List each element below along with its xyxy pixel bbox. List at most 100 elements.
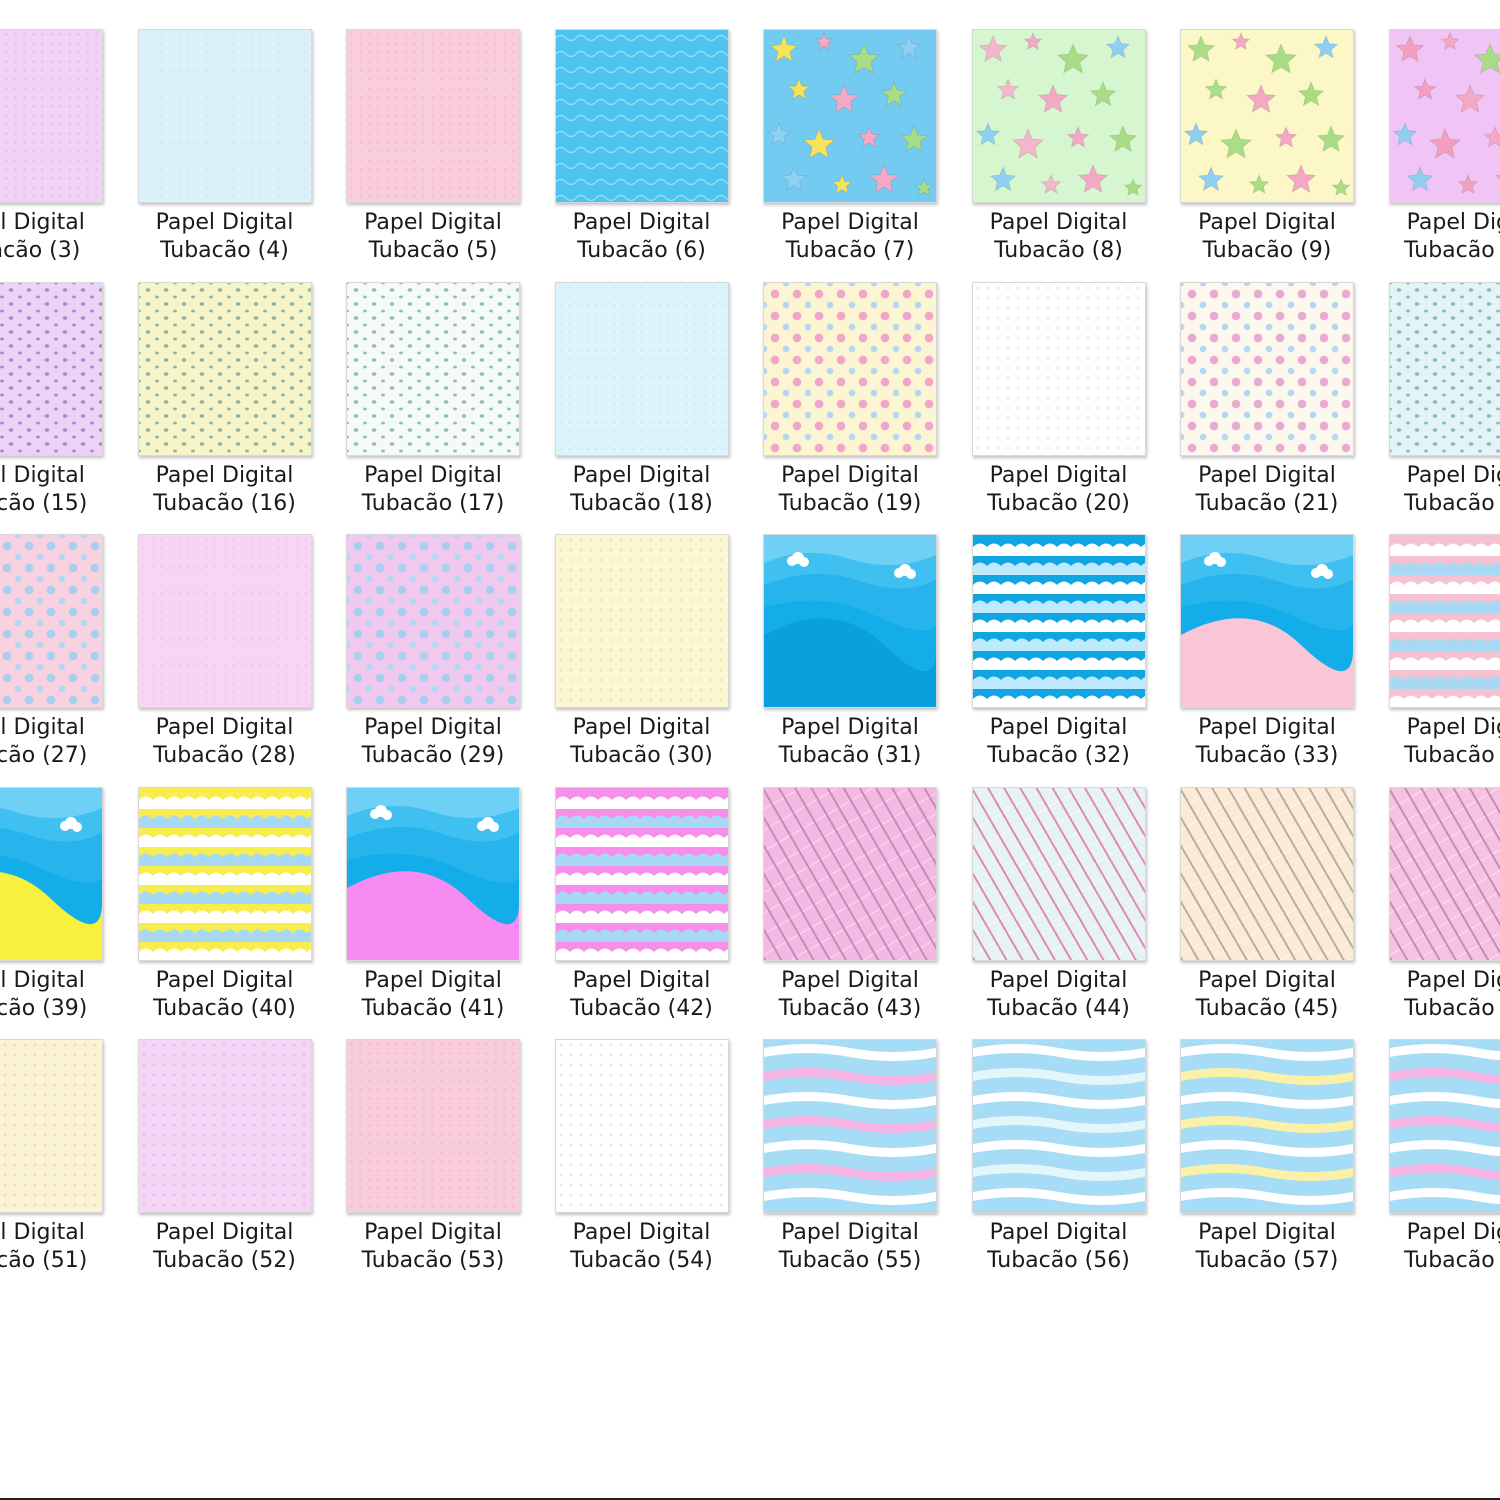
file-item[interactable]: Papel Digital Tubacão (33) xyxy=(1180,534,1354,774)
file-item[interactable]: Papel Digital Tubacão (3) xyxy=(0,29,103,269)
file-item[interactable]: Papel Digital Tubacão (57) xyxy=(1180,1039,1354,1279)
file-item[interactable]: Papel Digital Tubacão (18) xyxy=(554,281,729,522)
file-name[interactable]: Papel DigitalTubacão (39) xyxy=(0,967,103,1023)
file-name[interactable]: Papel Digital Tubacão (42) xyxy=(555,967,729,1023)
file-item[interactable]: Papel Digital Tubacão (45) xyxy=(1180,786,1354,1027)
file-thumbnail[interactable] xyxy=(1180,29,1354,203)
file-thumbnail[interactable] xyxy=(346,29,520,203)
file-name[interactable]: Papel Digital Tubacão (44) xyxy=(972,967,1146,1023)
file-item[interactable]: Papel Digital Tubacão (41) xyxy=(346,786,520,1027)
file-name[interactable]: Papel Digital Tubacão (57) xyxy=(1180,1219,1354,1275)
file-name[interactable]: Papel Digital Tubacão (27) xyxy=(0,714,103,770)
file-thumbnail[interactable] xyxy=(346,281,520,456)
file-name[interactable]: Papel Digital Tubacão (9) xyxy=(1180,209,1354,265)
file-name[interactable]: Papel Digital Tubacão (8) xyxy=(972,209,1146,265)
file-thumbnail[interactable] xyxy=(137,786,312,961)
file-name[interactable]: Papel Digital Tubacão (3) xyxy=(0,209,103,265)
file-item[interactable]: Papel Digital Tubacão (56) xyxy=(971,1039,1146,1279)
file-item[interactable]: Papel Digital Tubacão (44) xyxy=(971,786,1146,1027)
file-name[interactable]: Papel Digital Tubacão (5) xyxy=(346,209,520,265)
file-thumbnail[interactable] xyxy=(1388,1039,1500,1213)
file-name[interactable]: Papel Digital Tubacão (52) xyxy=(138,1219,312,1275)
file-thumbnail[interactable] xyxy=(1388,786,1500,961)
file-item[interactable]: Papel Digital Tubacão (52) xyxy=(137,1039,312,1279)
file-name[interactable]: Papel Digital Tubacão (10) xyxy=(1389,209,1500,265)
file-thumbnail[interactable] xyxy=(763,1039,937,1213)
file-name[interactable]: Papel Digital Tubacão (17) xyxy=(346,462,520,518)
file-thumbnail[interactable] xyxy=(0,281,103,456)
file-name[interactable]: Papel Digital Tubacão (33) xyxy=(1180,714,1354,770)
file-item[interactable]: Papel DigitalTubacão (22) xyxy=(1388,281,1500,522)
file-thumbnail[interactable] xyxy=(971,786,1146,961)
file-item[interactable]: Papel Digital Tubacão (31) xyxy=(763,534,937,774)
file-name[interactable]: Papel Digital Tubacão (53) xyxy=(346,1219,520,1275)
file-thumbnail[interactable] xyxy=(0,534,103,708)
file-item[interactable]: Papel Digital Tubacão (19) xyxy=(763,281,937,522)
file-item[interactable]: Papel Digital Tubacão (55) xyxy=(763,1039,937,1279)
file-thumbnail[interactable] xyxy=(1180,1039,1354,1213)
file-name[interactable]: Papel Digital Tubacão (18) xyxy=(555,462,729,518)
file-item[interactable]: Papel Digital Tubacão (10) xyxy=(1388,29,1500,269)
file-item[interactable]: Papel Digital Tubacão (51) xyxy=(0,1039,103,1279)
file-thumbnail[interactable] xyxy=(554,29,729,203)
file-thumbnail[interactable] xyxy=(137,1039,312,1213)
file-name[interactable]: Papel DigitalTubacão (46) xyxy=(1389,967,1500,1023)
file-thumbnail[interactable] xyxy=(1388,29,1500,203)
file-name[interactable]: Papel DigitalTubacão (22) xyxy=(1389,462,1500,518)
file-name[interactable]: Papel Digital Tubacão (29) xyxy=(346,714,520,770)
file-thumbnail[interactable] xyxy=(763,281,937,456)
file-thumbnail[interactable] xyxy=(1180,534,1354,708)
file-item[interactable]: Papel Digital Tubacão (29) xyxy=(346,534,520,774)
file-item[interactable]: Papel Digital Tubacão (53) xyxy=(346,1039,520,1279)
file-item[interactable]: Papel Digital Tubacão (5) xyxy=(346,29,520,269)
file-item[interactable]: Papel Digital Tubacão (54) xyxy=(554,1039,729,1279)
file-name[interactable]: Papel Digital Tubacão (31) xyxy=(763,714,937,770)
file-item[interactable]: Papel DigitalTubacão (46) xyxy=(1388,786,1500,1027)
file-name[interactable]: Papel Digital Tubacão (19) xyxy=(763,462,937,518)
file-name[interactable]: Papel Digital Tubacão (21) xyxy=(1180,462,1354,518)
file-name[interactable]: Papel Digital Tubacão (58) xyxy=(1389,1219,1500,1275)
file-thumbnail[interactable] xyxy=(0,1039,103,1213)
file-name[interactable]: Papel Digital Tubacão (20) xyxy=(972,462,1146,518)
file-name[interactable]: Papel Digital Tubacão (51) xyxy=(0,1219,103,1275)
file-item[interactable]: Papel Digital Tubacão (34) xyxy=(1388,534,1500,774)
file-thumbnail[interactable] xyxy=(1388,534,1500,708)
file-thumbnail[interactable] xyxy=(1388,281,1500,456)
file-thumbnail[interactable] xyxy=(1180,281,1354,456)
file-item[interactable]: Papel Digital Tubacão (9) xyxy=(1180,29,1354,269)
file-item[interactable]: Papel Digital Tubacão (20) xyxy=(971,281,1146,522)
file-item[interactable]: Papel Digital Tubacão (43) xyxy=(763,786,937,1027)
file-thumbnail[interactable] xyxy=(346,1039,520,1213)
file-item[interactable]: Papel Digital Tubacão (28) xyxy=(137,534,312,774)
file-thumbnail[interactable] xyxy=(971,29,1146,203)
file-thumbnail[interactable] xyxy=(554,281,729,456)
file-item[interactable]: Papel Digital Tubacão (4) xyxy=(137,29,312,269)
file-thumbnail[interactable] xyxy=(1180,786,1354,961)
file-name[interactable]: Papel Digital Tubacão (28) xyxy=(138,714,312,770)
file-name[interactable]: Papel Digital Tubacão (6) xyxy=(555,209,729,265)
file-name[interactable]: Papel Digital Tubacão (7) xyxy=(763,209,937,265)
file-item[interactable]: Papel Digital Tubacão (58) xyxy=(1388,1039,1500,1279)
file-item[interactable]: Papel Digital Tubacão (6) xyxy=(554,29,729,269)
file-thumbnail[interactable] xyxy=(971,534,1146,708)
file-thumbnail[interactable] xyxy=(554,1039,729,1213)
file-thumbnail[interactable] xyxy=(763,29,937,203)
file-item[interactable]: Papel Digital Tubacão (8) xyxy=(971,29,1146,269)
file-thumbnail[interactable] xyxy=(971,1039,1146,1213)
file-item[interactable]: Papel Digital Tubacão (27) xyxy=(0,534,103,774)
file-thumbnail[interactable] xyxy=(137,534,312,708)
file-item[interactable]: Papel Digital Tubacão (30) xyxy=(554,534,729,774)
file-thumbnail[interactable] xyxy=(763,534,937,708)
file-thumbnail[interactable] xyxy=(971,281,1146,456)
file-item[interactable]: Papel Digital Tubacão (32) xyxy=(971,534,1146,774)
file-name[interactable]: Papel Digital Tubacão (43) xyxy=(763,967,937,1023)
file-name[interactable]: Papel Digital Tubacão (32) xyxy=(972,714,1146,770)
file-name[interactable]: Papel DigitalTubacão (15) xyxy=(0,462,103,518)
file-name[interactable]: Papel Digital Tubacão (4) xyxy=(138,209,312,265)
file-thumbnail[interactable] xyxy=(137,281,312,456)
file-item[interactable]: Papel Digital Tubacão (42) xyxy=(554,786,729,1027)
file-thumbnail[interactable] xyxy=(0,29,103,203)
file-name[interactable]: Papel Digital Tubacão (45) xyxy=(1180,967,1354,1023)
file-name[interactable]: Papel Digital Tubacão (34) xyxy=(1389,714,1500,770)
file-thumbnail[interactable] xyxy=(0,786,103,961)
